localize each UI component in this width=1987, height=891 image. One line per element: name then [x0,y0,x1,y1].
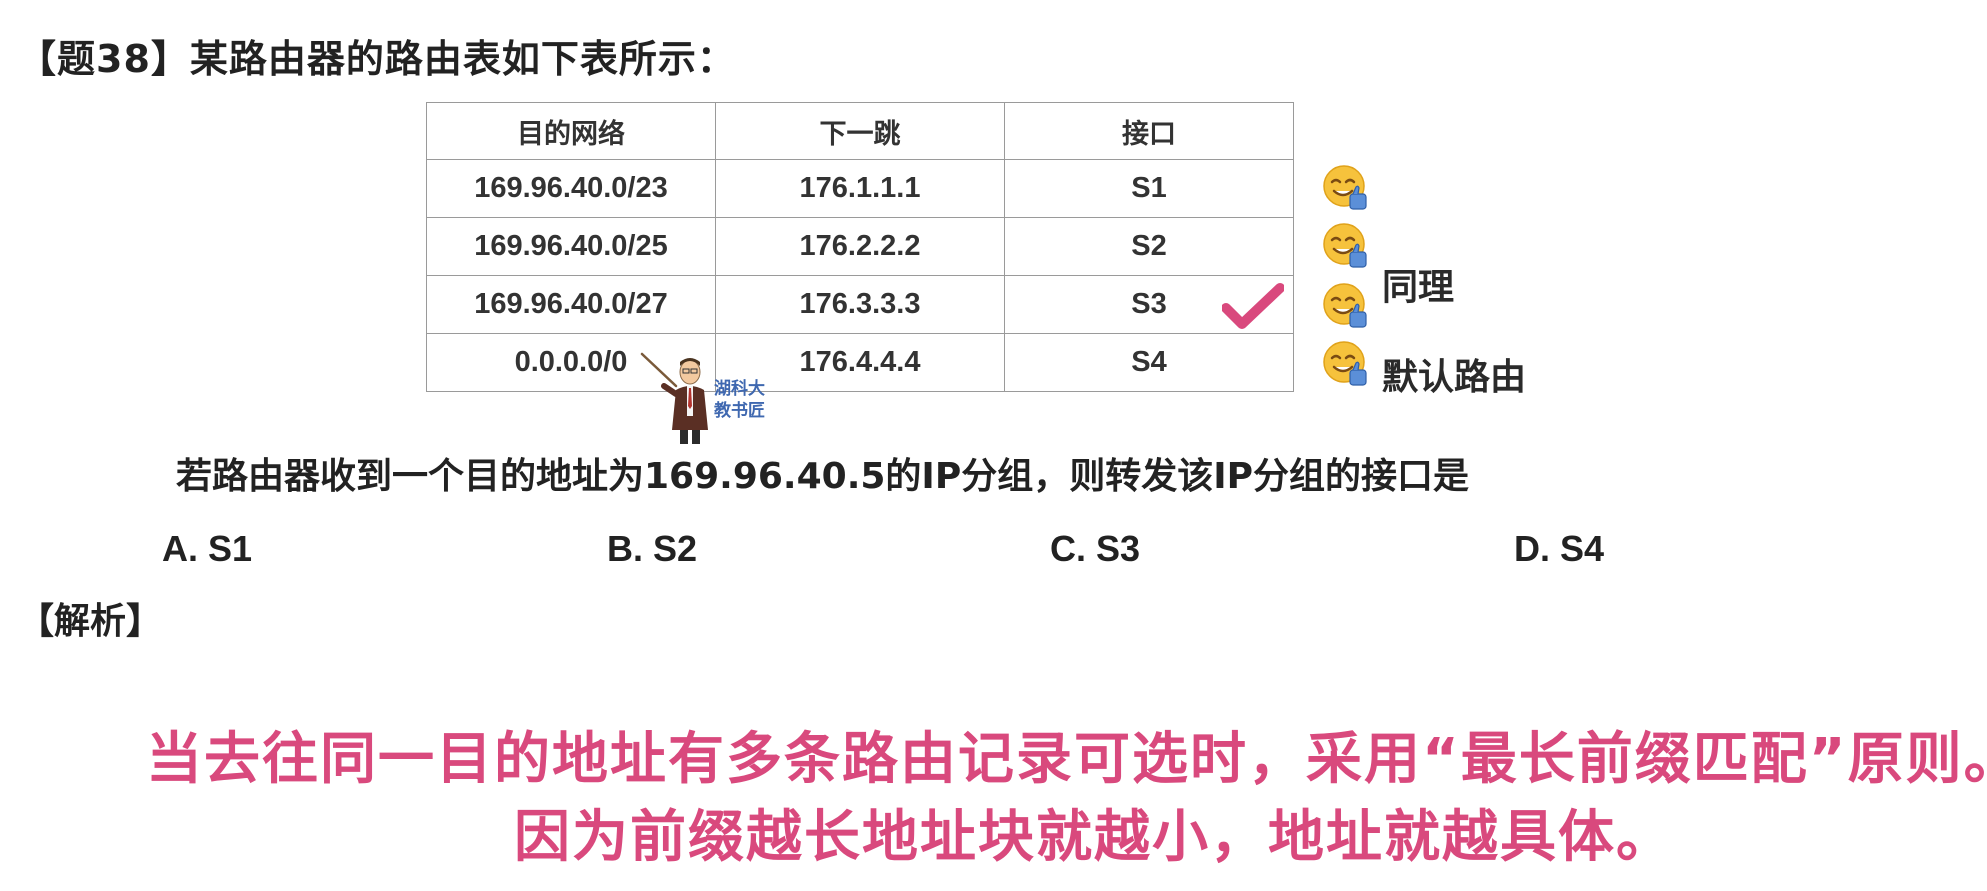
option-a[interactable]: A. S1 [162,528,252,570]
explanation-line-1: 当去往同一目的地址有多条路由记录可选时，采用“最长前缀匹配”原则。 [146,727,1987,792]
watermark: 湖科大 教书匠 [714,378,765,422]
cell-next-hop: 176.2.2.2 [715,217,1005,276]
analysis-label: 【解析】 [18,601,163,642]
thumbs-up-face-icon [1323,341,1367,386]
cell-destination: 169.96.40.0/25 [426,217,716,276]
table-header-row: 目的网络 下一跳 接口 [426,102,1294,160]
header-destination: 目的网络 [426,102,716,160]
table-row: 0.0.0.0/0 176.4.4.4 S4 [426,333,1294,392]
cell-next-hop: 176.1.1.1 [715,159,1005,218]
routing-table: 目的网络 下一跳 接口 169.96.40.0/23 176.1.1.1 S1 … [426,102,1294,392]
note-same: 同理 [1382,267,1455,308]
header-interface: 接口 [1004,102,1294,160]
header-next-hop: 下一跳 [715,102,1005,160]
teacher-mascot-icon [640,352,708,444]
explanation-line-2: 因为前缀越长地址块就越小，地址就越具体。 [514,805,1674,870]
table-row: 169.96.40.0/25 176.2.2.2 S2 [426,217,1294,276]
table-row: 169.96.40.0/27 176.3.3.3 S3 [426,275,1294,334]
thumbs-up-face-icon [1323,283,1367,328]
thumbs-up-face-icon [1323,223,1367,268]
watermark-line-2: 教书匠 [714,401,765,421]
option-c[interactable]: C. S3 [1050,528,1140,570]
note-default-route: 默认路由 [1382,357,1527,398]
thumbs-up-face-icon [1323,165,1367,210]
table-row: 169.96.40.0/23 176.1.1.1 S1 [426,159,1294,218]
question-stem: 若路由器收到一个目的地址为169.96.40.5的IP分组，则转发该IP分组的接… [176,456,1469,497]
cell-interface: S4 [1004,333,1294,392]
option-b[interactable]: B. S2 [607,528,697,570]
cell-destination: 169.96.40.0/23 [426,159,716,218]
cell-destination: 169.96.40.0/27 [426,275,716,334]
watermark-line-1: 湖科大 [714,379,765,399]
option-d[interactable]: D. S4 [1514,528,1604,570]
cell-next-hop: 176.3.3.3 [715,275,1005,334]
cell-interface: S2 [1004,217,1294,276]
question-title: 【题38】某路由器的路由表如下表所示： [18,37,736,81]
check-mark-icon [1222,283,1284,329]
cell-interface: S1 [1004,159,1294,218]
